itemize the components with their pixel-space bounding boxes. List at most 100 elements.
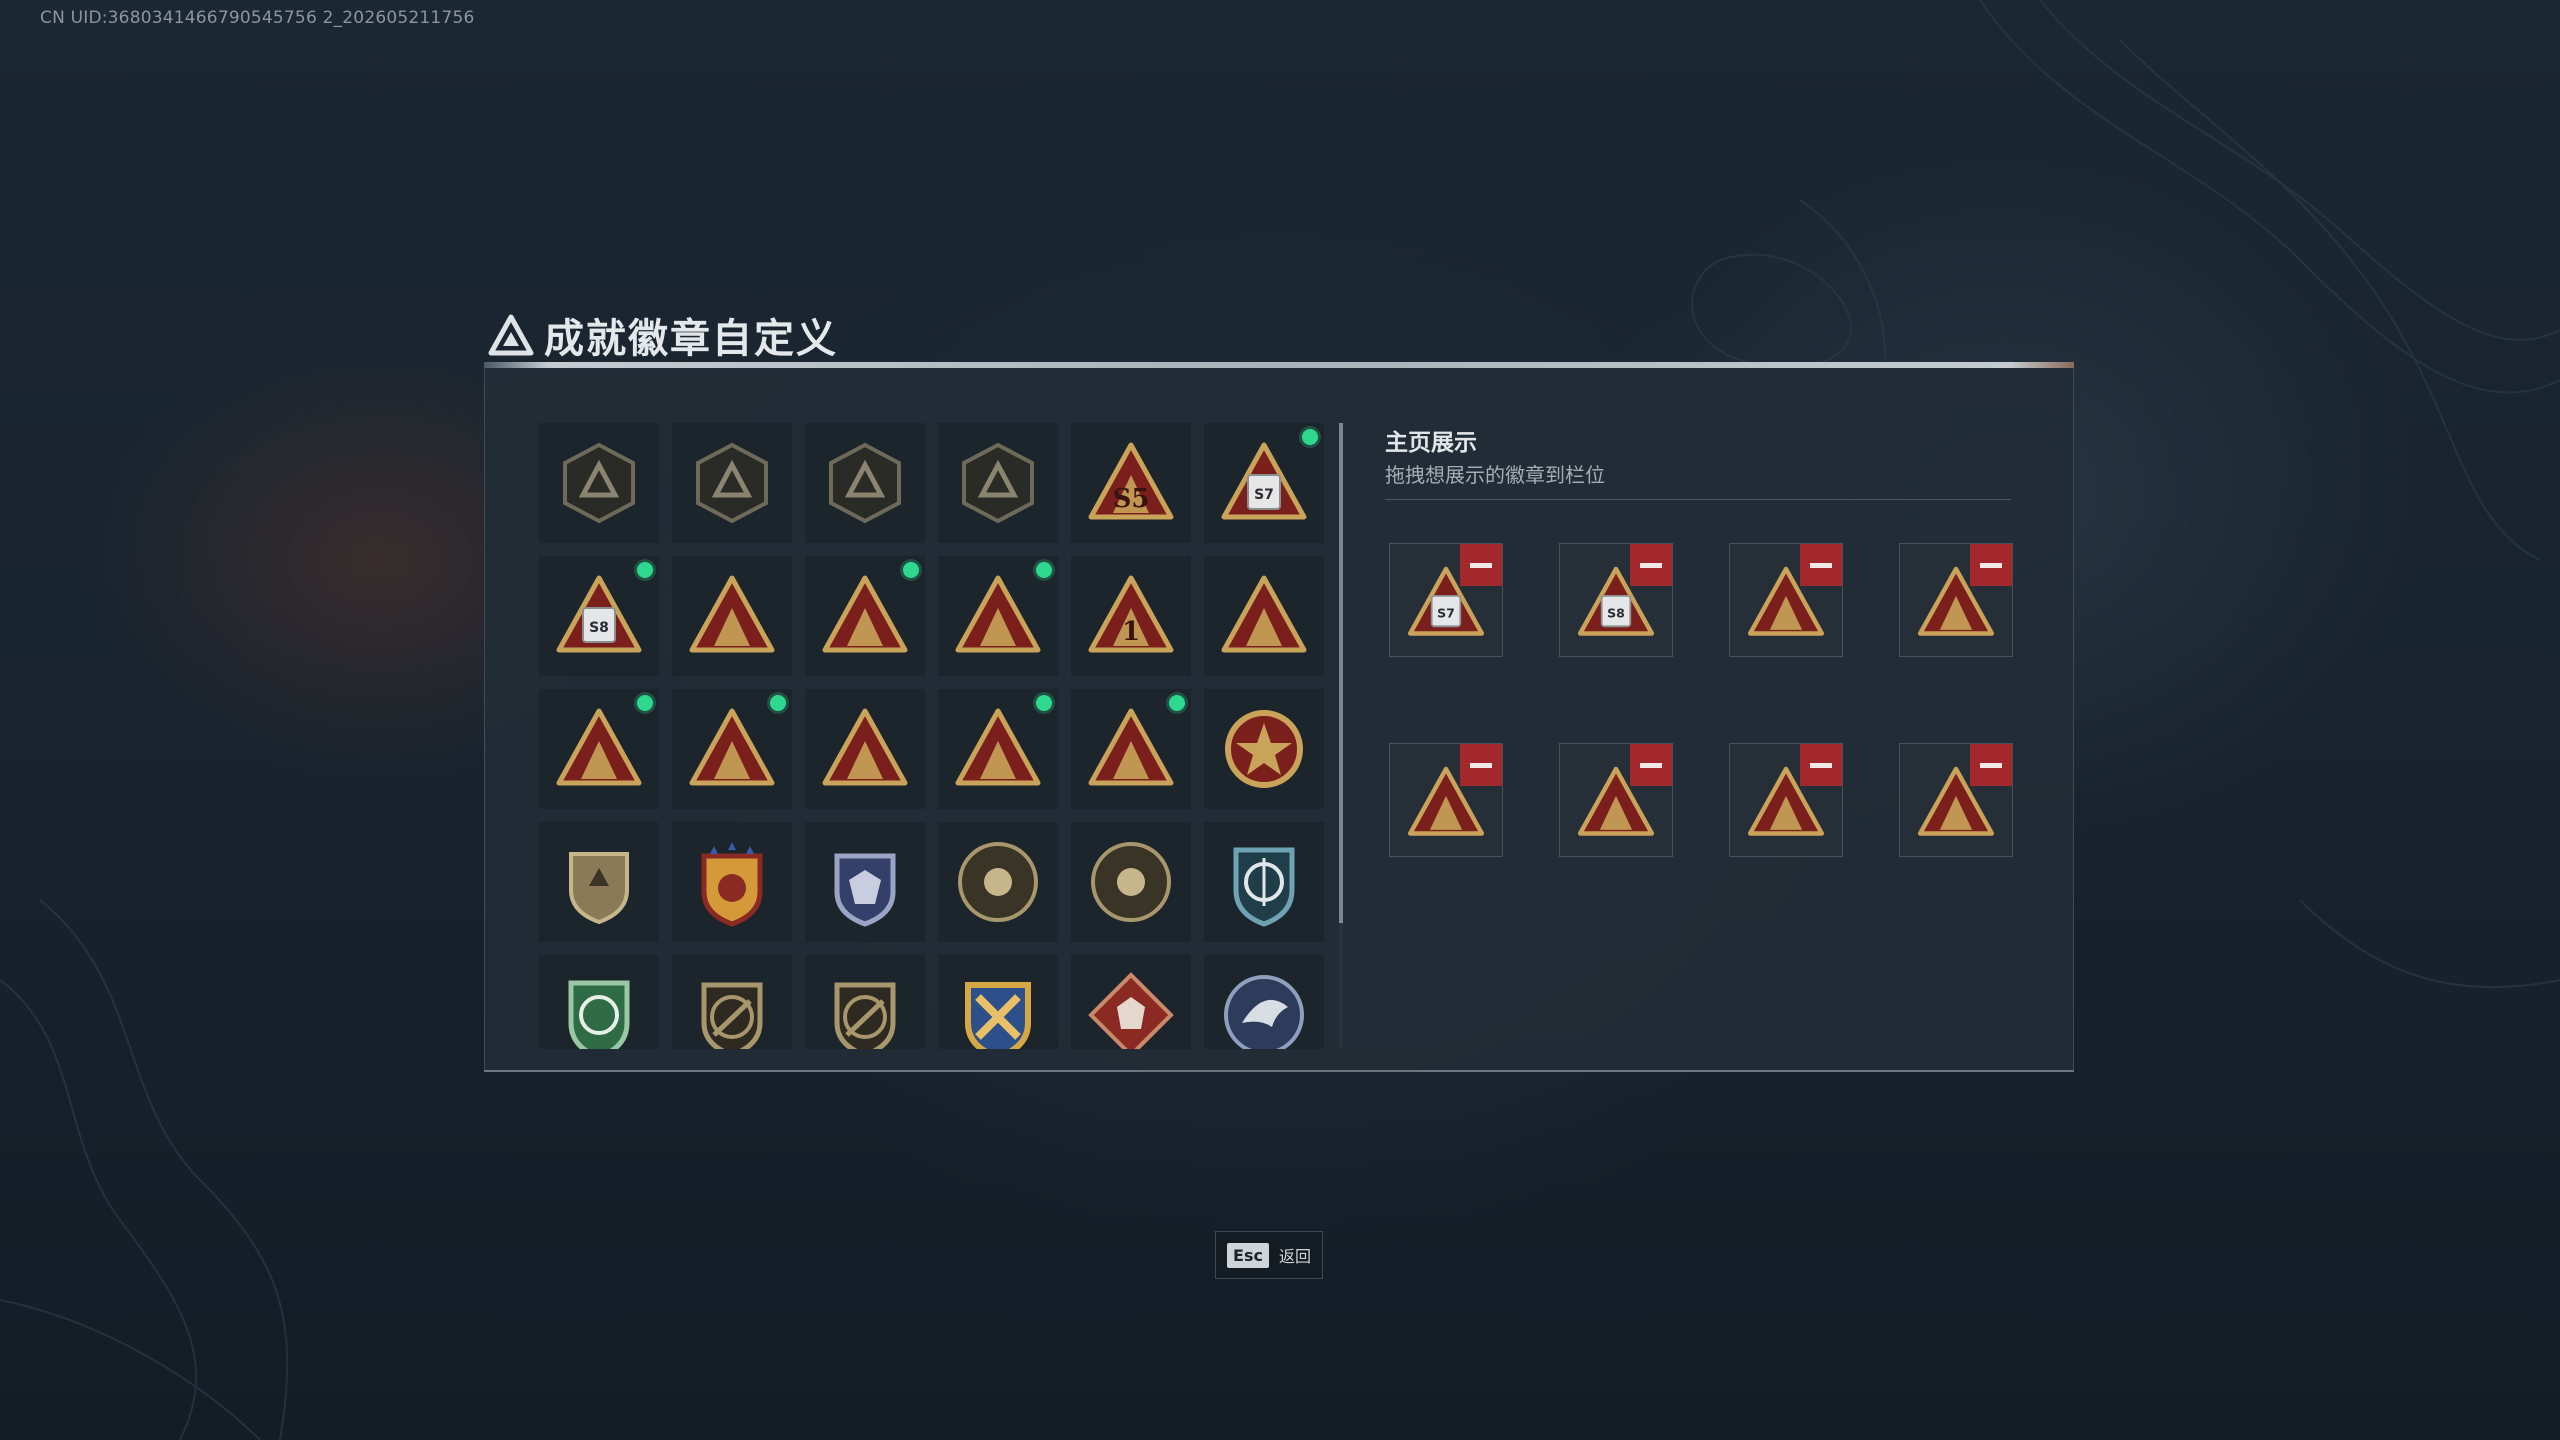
badge-cell[interactable] <box>938 689 1058 809</box>
new-indicator-dot <box>1302 429 1318 445</box>
badge-cell[interactable]: S7 <box>1204 423 1324 543</box>
triangle-s8-badge-icon: S8 <box>556 575 642 653</box>
badge-cell[interactable] <box>539 423 659 543</box>
minus-icon <box>1980 562 2002 568</box>
badge-cell[interactable] <box>805 955 925 1049</box>
triangle-number-one-badge-icon: 1 <box>1088 575 1174 653</box>
badge-cell[interactable] <box>672 556 792 676</box>
svg-text:S7: S7 <box>1437 605 1455 620</box>
badge-cell[interactable] <box>938 556 1058 676</box>
remove-badge-button[interactable] <box>1800 744 1842 786</box>
showcase-slot[interactable] <box>1389 743 1503 857</box>
remove-badge-button[interactable] <box>1970 544 2012 586</box>
remove-badge-button[interactable] <box>1970 744 2012 786</box>
esc-back-button[interactable]: Esc 返回 <box>1215 1231 1323 1279</box>
badge-grid-scrollbar[interactable] <box>1339 423 1343 1049</box>
wolf-diamond-badge-icon <box>1088 972 1174 1049</box>
crosshair-green-shield-badge-icon <box>568 980 630 1049</box>
triangle-s5-badge-icon: S5 <box>1088 442 1174 520</box>
showcase-slot[interactable] <box>1729 743 1843 857</box>
showcase-slot[interactable] <box>1729 543 1843 657</box>
new-indicator-dot <box>770 695 786 711</box>
badge-cell[interactable] <box>805 822 925 942</box>
dagger-shield-badge-icon <box>962 442 1034 524</box>
sniper-shield-badge-icon <box>834 982 896 1049</box>
rifle-shield-badge-icon <box>701 982 763 1049</box>
svg-text:S7: S7 <box>1254 487 1274 503</box>
showcase-divider <box>1385 499 2011 500</box>
diamond-hex-badge-icon <box>829 442 901 524</box>
badge-cell[interactable] <box>539 689 659 809</box>
eagle-round-badge-icon <box>1224 975 1304 1049</box>
showcase-slot[interactable] <box>1899 543 2013 657</box>
badge-cell[interactable] <box>1204 822 1324 942</box>
hex-delta-badge-icon <box>563 442 635 524</box>
badge-cell[interactable] <box>672 955 792 1049</box>
remove-badge-button[interactable] <box>1460 744 1502 786</box>
triangle-rocket-badge-icon <box>955 708 1041 786</box>
badge-cell[interactable] <box>805 556 925 676</box>
delta-logo-icon <box>488 314 534 356</box>
showcase-slot[interactable]: S7 <box>1389 543 1503 657</box>
skull-round-badge-icon <box>1091 842 1171 922</box>
triangle-rifle-badge-icon <box>1088 708 1174 786</box>
badge-cell[interactable]: S8 <box>539 556 659 676</box>
badge-cell[interactable] <box>805 423 925 543</box>
esc-key-hint: Esc <box>1227 1242 1269 1268</box>
page-title: 成就徽章自定义 <box>544 316 838 362</box>
badge-cell[interactable] <box>1071 955 1191 1049</box>
new-indicator-dot <box>1036 695 1052 711</box>
badge-cell[interactable] <box>672 423 792 543</box>
showcase-title: 主页展示 <box>1385 430 1477 456</box>
uid-text: CN UID:3680341466790545756 2_20260521175… <box>40 8 475 28</box>
showcase-slots: S7 S8 <box>1389 543 2013 857</box>
triangle-case-badge-icon <box>1221 575 1307 653</box>
badge-grid: S5 S7 S8 1 <box>539 423 1329 1049</box>
badge-cell[interactable] <box>938 822 1058 942</box>
scrollbar-thumb[interactable] <box>1339 423 1343 923</box>
badge-cell[interactable] <box>539 822 659 942</box>
badge-cell[interactable] <box>1204 689 1324 809</box>
triangle-emblem-badge-icon <box>689 708 775 786</box>
remove-badge-button[interactable] <box>1630 744 1672 786</box>
remove-badge-button[interactable] <box>1630 544 1672 586</box>
showcase-slot[interactable] <box>1559 743 1673 857</box>
remove-badge-button[interactable] <box>1800 544 1842 586</box>
badge-cell[interactable] <box>1204 556 1324 676</box>
badge-cell[interactable] <box>938 423 1058 543</box>
dialog-title-row: 成就徽章自定义 <box>488 306 838 364</box>
minus-icon <box>1640 762 1662 768</box>
crosshair-shield-badge-icon <box>1233 847 1295 927</box>
badge-cell[interactable] <box>1204 955 1324 1049</box>
badge-cell[interactable] <box>1071 822 1191 942</box>
badge-cell[interactable]: S5 <box>1071 423 1191 543</box>
triangle-s7-badge-icon: S7 <box>1221 442 1307 520</box>
minus-icon <box>1470 562 1492 568</box>
triangle-soldier-badge-icon <box>556 708 642 786</box>
badge-cell[interactable] <box>672 689 792 809</box>
badge-cell[interactable] <box>938 955 1058 1049</box>
showcase-subtitle: 拖拽想展示的徽章到栏位 <box>1385 463 1605 487</box>
badge-customize-panel: S5 S7 S8 1 主页展示 拖拽想展示的徽章到栏位 S7 S8 <box>484 362 2074 1072</box>
showcase-slot[interactable] <box>1899 743 2013 857</box>
badge-cell[interactable] <box>805 689 925 809</box>
minus-icon <box>1470 762 1492 768</box>
minus-icon <box>1810 762 1832 768</box>
badge-cell[interactable] <box>1071 689 1191 809</box>
star-shield-orange-badge-icon <box>701 842 763 927</box>
showcase-slot[interactable]: S8 <box>1559 543 1673 657</box>
svg-text:S8: S8 <box>1607 605 1625 620</box>
remove-badge-button[interactable] <box>1460 544 1502 586</box>
new-indicator-dot <box>903 562 919 578</box>
star-shield-blue-badge-icon <box>834 853 896 927</box>
new-indicator-dot <box>1036 562 1052 578</box>
panel-bottom-line <box>484 1070 2074 1072</box>
badge-cell[interactable]: 1 <box>1071 556 1191 676</box>
minus-icon <box>1810 562 1832 568</box>
helicopter-hex-badge-icon <box>696 442 768 524</box>
back-label: 返回 <box>1278 1247 1311 1266</box>
badge-cell[interactable] <box>672 822 792 942</box>
badge-cell[interactable] <box>539 955 659 1049</box>
triangle-trophy-badge-icon <box>822 575 908 653</box>
svg-text:S5: S5 <box>1113 484 1150 514</box>
